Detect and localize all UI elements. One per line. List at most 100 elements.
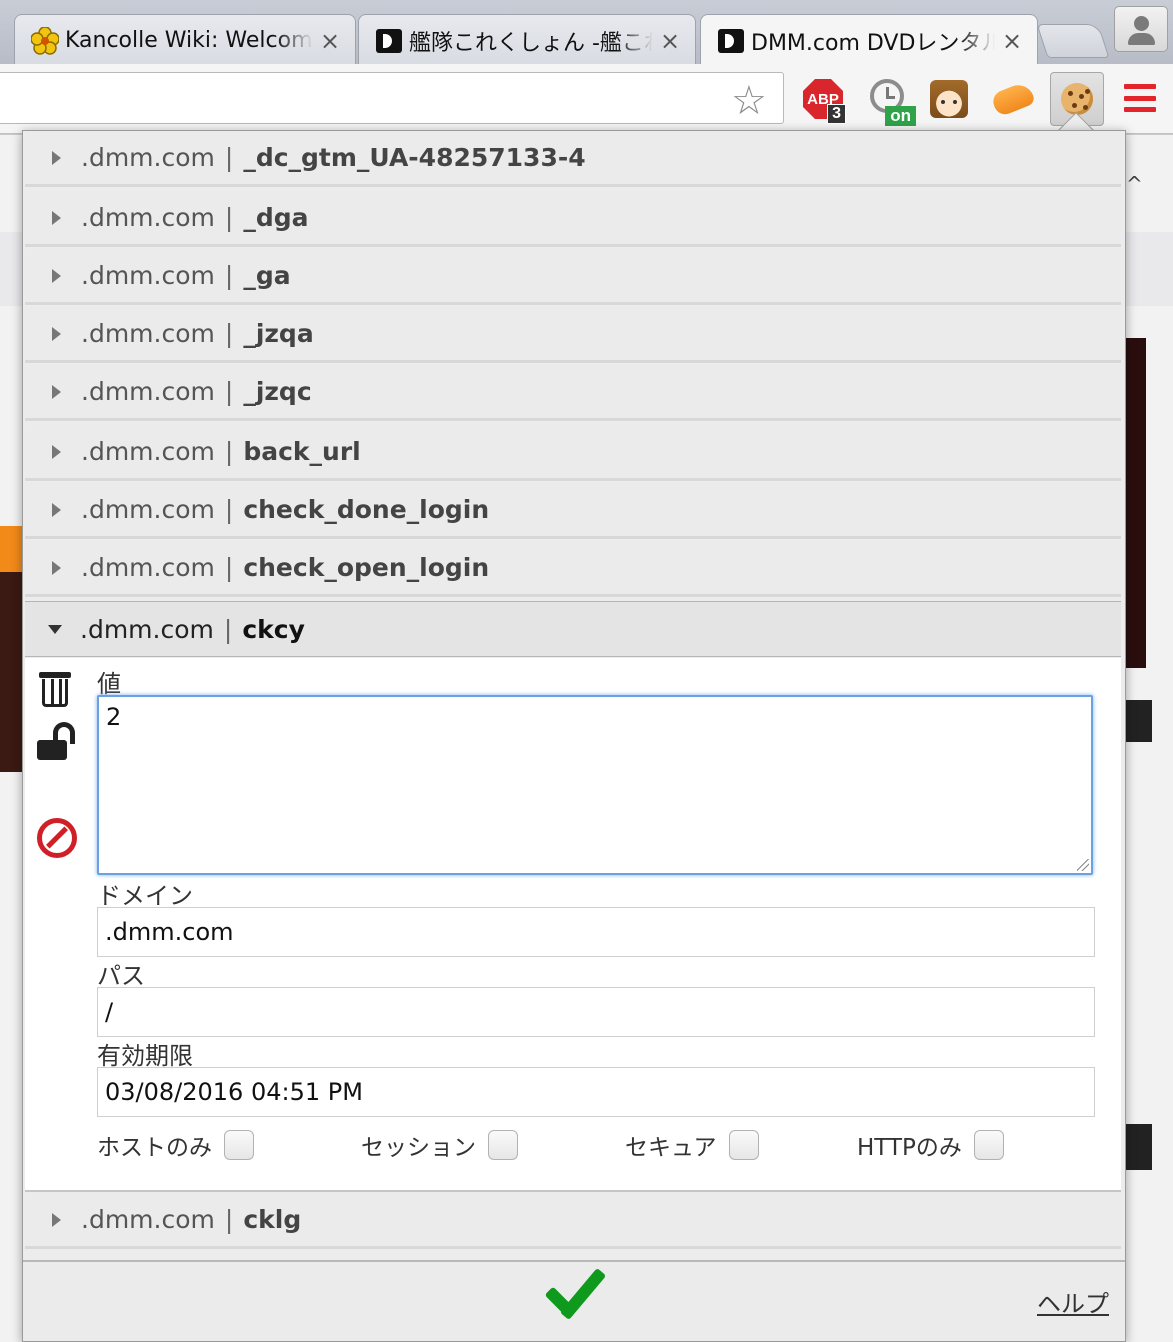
tab-title: 艦隊これくしょん -艦これ [409, 30, 653, 56]
separator: | [224, 1205, 234, 1234]
expand-triangle-icon [52, 150, 61, 165]
expand-triangle-icon [52, 560, 61, 575]
separator: | [223, 614, 233, 644]
hand-extension-button[interactable] [988, 74, 1038, 124]
tab-title: DMM.com DVDレンタル [751, 30, 995, 56]
host-only-option: ホストのみ [97, 1128, 254, 1162]
http-only-option: HTTPのみ [857, 1128, 1004, 1162]
cookie-row[interactable]: .dmm.com | check_done_login [25, 483, 1121, 539]
cookie-name: back_url [243, 437, 361, 466]
path-label: パス [97, 962, 145, 990]
cookie-name: _ga [243, 261, 291, 290]
expand-triangle-icon [52, 326, 61, 341]
session-label: セッション [361, 1135, 476, 1161]
cookie-domain: .dmm.com [81, 319, 215, 348]
close-icon[interactable]: × [1001, 27, 1023, 55]
cookie-row-expanded[interactable]: .dmm.com | ckcy [25, 601, 1121, 657]
cookie-icon [1061, 83, 1093, 115]
separator: | [224, 495, 234, 524]
profile-button[interactable] [1114, 6, 1168, 52]
close-icon[interactable]: × [319, 27, 341, 55]
session-checkbox[interactable] [488, 1130, 518, 1160]
tab-kancolle-game[interactable]: 艦隊これくしょん -艦これ × [358, 14, 696, 66]
separator: | [224, 377, 234, 406]
submit-checkmark-icon[interactable] [541, 1274, 607, 1322]
cookie-name: ckcy [242, 614, 305, 644]
separator: | [224, 437, 234, 466]
cookie-row[interactable]: .dmm.com | _jzqa [25, 307, 1121, 363]
timer-status-badge: on [885, 106, 916, 126]
cookie-name: _dc_gtm_UA-48257133-4 [243, 143, 586, 172]
cookie-name: check_open_login [243, 553, 490, 582]
host-only-checkbox[interactable] [224, 1130, 254, 1160]
separator: | [224, 553, 234, 582]
cookie-editor-popup: .dmm.com | _dc_gtm_UA-48257133-4 .dmm.co… [22, 130, 1126, 1342]
separator: | [224, 203, 234, 232]
expand-triangle-icon [52, 384, 61, 399]
secure-label: セキュア [625, 1135, 717, 1161]
cookie-domain: .dmm.com [81, 203, 215, 232]
bookmark-star-icon[interactable]: ☆ [731, 81, 767, 121]
kancolle-flower-icon [31, 26, 59, 55]
http-only-label: HTTPのみ [857, 1135, 962, 1161]
cookie-row[interactable]: .dmm.com | back_url [25, 425, 1121, 481]
domain-field[interactable] [97, 907, 1095, 957]
cookie-row[interactable]: .dmm.com | _ga [25, 249, 1121, 305]
cookie-domain: .dmm.com [81, 377, 215, 406]
cookie-name: cklg [243, 1205, 302, 1234]
dmm-d-icon [717, 27, 745, 55]
value-label: 値 [97, 670, 121, 698]
cookie-domain: .dmm.com [81, 1205, 215, 1234]
cookie-domain: .dmm.com [80, 614, 214, 644]
unlock-icon[interactable] [37, 722, 81, 766]
close-icon[interactable]: × [659, 27, 681, 55]
cookie-row[interactable]: .dmm.com | _dc_gtm_UA-48257133-4 [25, 131, 1121, 187]
cookie-name: _dga [243, 203, 309, 232]
adblock-count-badge: 3 [827, 104, 846, 124]
expand-triangle-icon [52, 1212, 61, 1227]
cookie-domain: .dmm.com [81, 553, 215, 582]
cookie-domain: .dmm.com [81, 261, 215, 290]
help-link[interactable]: ヘルプ [1037, 1284, 1109, 1319]
cookie-domain: .dmm.com [81, 495, 215, 524]
cookie-domain: .dmm.com [81, 437, 215, 466]
avatar-extension-button[interactable] [924, 74, 974, 124]
address-bar[interactable]: ☆ [0, 72, 784, 124]
tab-kancolle-wiki[interactable]: Kancolle Wiki: Welcome × [14, 14, 356, 66]
timer-extension-button[interactable]: on [866, 74, 916, 126]
session-option: セッション [361, 1128, 518, 1162]
chevron-up-icon[interactable]: ^ [1126, 172, 1146, 196]
new-tab-button[interactable] [1036, 24, 1110, 58]
person-icon [1134, 16, 1149, 31]
collapse-triangle-icon [48, 624, 62, 634]
cookie-row[interactable]: .dmm.com | _dga [25, 191, 1121, 247]
path-field[interactable] [97, 987, 1095, 1037]
trash-icon[interactable] [37, 668, 73, 708]
expand-triangle-icon [52, 502, 61, 517]
adblock-plus-button[interactable]: ABP 3 [798, 74, 848, 124]
anime-face-icon [930, 80, 968, 118]
cookie-row[interactable]: .dmm.com | cklg [25, 1193, 1121, 1249]
http-only-checkbox[interactable] [973, 1130, 1004, 1160]
separator: | [224, 319, 234, 348]
tab-title: Kancolle Wiki: Welcome [65, 28, 313, 53]
cookie-name: check_done_login [243, 495, 490, 524]
expiration-field[interactable] [97, 1067, 1095, 1117]
value-textarea[interactable]: 2 [97, 695, 1093, 875]
host-only-label: ホストのみ [97, 1135, 212, 1161]
expand-triangle-icon [52, 210, 61, 225]
chrome-menu-icon[interactable] [1124, 84, 1156, 112]
popup-footer: ヘルプ [23, 1260, 1125, 1341]
cookie-row[interactable]: .dmm.com | check_open_login [25, 541, 1121, 597]
dmm-d-icon [375, 27, 403, 55]
tab-strip: Kancolle Wiki: Welcome × 艦隊これくしょん -艦これ ×… [0, 0, 1173, 66]
secure-checkbox[interactable] [728, 1130, 759, 1160]
block-icon[interactable] [37, 818, 77, 858]
resize-grip-icon[interactable] [1077, 859, 1089, 871]
separator: | [224, 261, 234, 290]
cookie-row[interactable]: .dmm.com | _jzqc [25, 365, 1121, 421]
expand-triangle-icon [52, 444, 61, 459]
domain-label: ドメイン [97, 882, 193, 910]
secure-option: セキュア [625, 1128, 759, 1162]
tab-dmm-dvd[interactable]: DMM.com DVDレンタル × [700, 14, 1038, 66]
